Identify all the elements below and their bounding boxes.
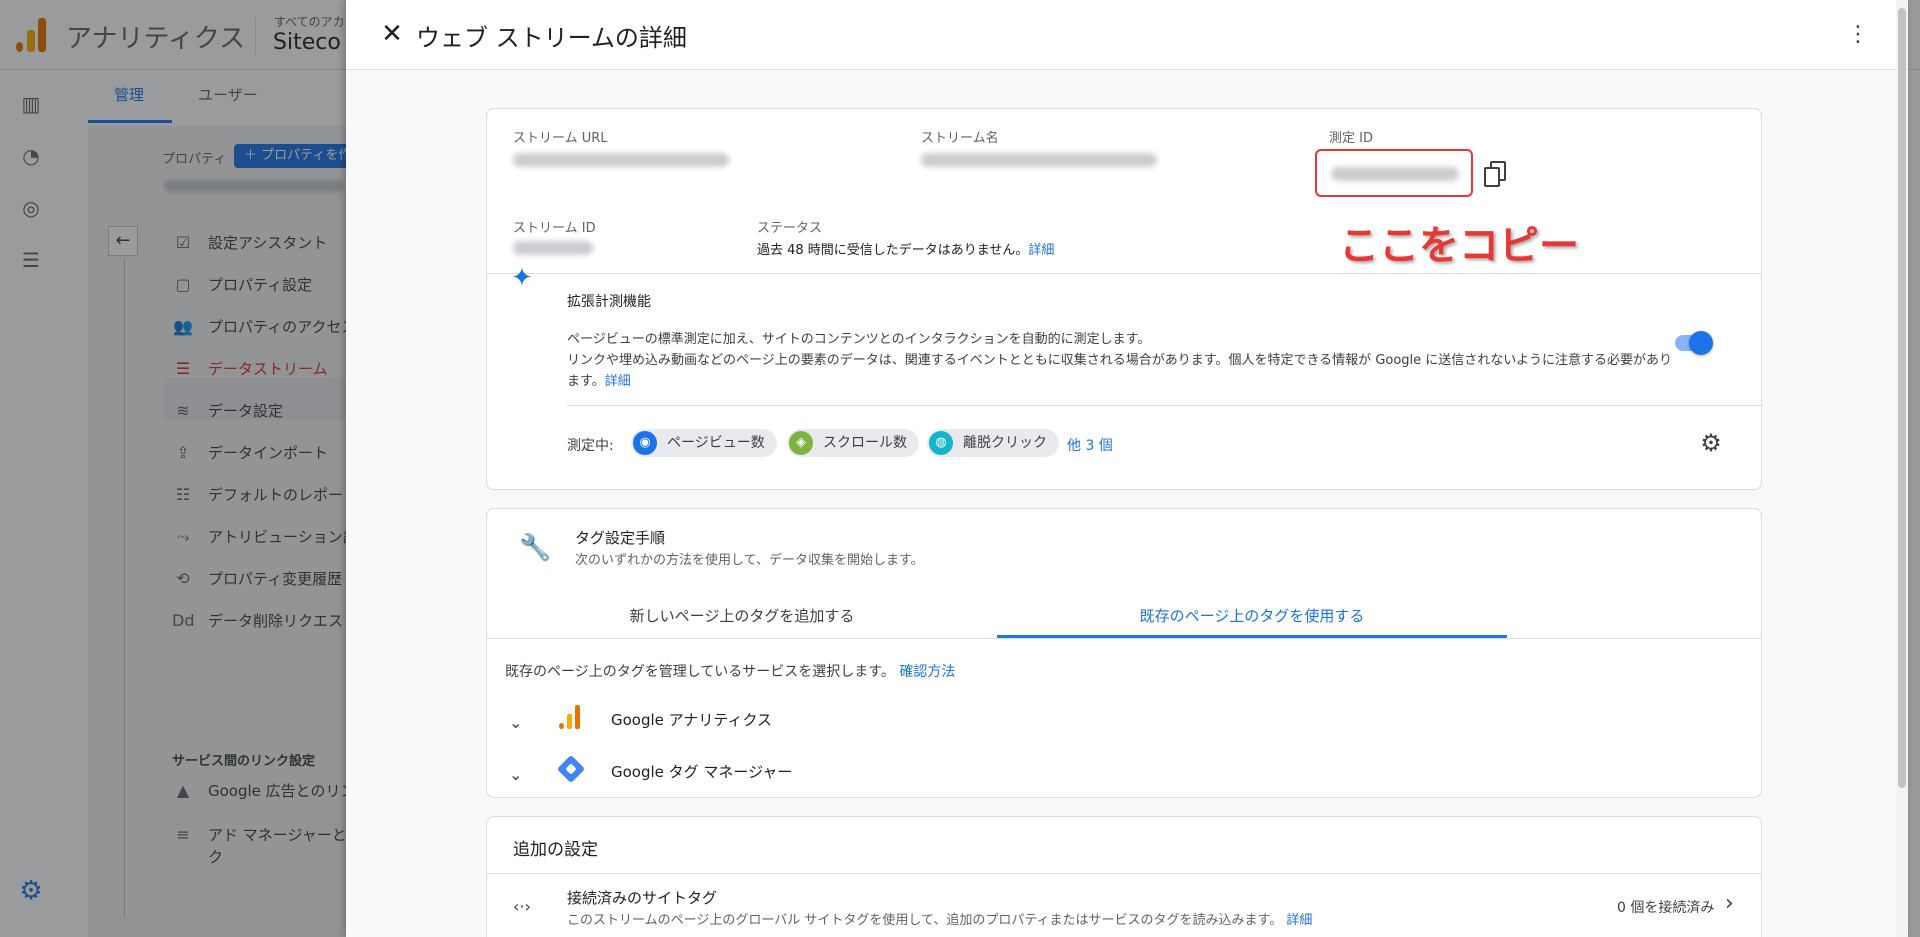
connected-details-link[interactable]: 詳細: [1286, 913, 1312, 928]
status-details-link[interactable]: 詳細: [1028, 243, 1054, 258]
chevron-down-icon[interactable]: ⌄: [509, 765, 529, 784]
chevron-down-icon[interactable]: ⌄: [509, 713, 529, 732]
description-line: ページビューの標準測定に加え、サイトのコンテンツとのインタラクションを自動的に測…: [567, 332, 1151, 347]
additional-settings-card: 追加の設定 ‹·› 接続済みのサイトタグ このストリームのページ上のグローバル …: [486, 816, 1762, 937]
select-service-text: 既存のページ上のタグを管理しているサービスを選択します。 確認方法: [505, 661, 955, 681]
connected-description-text: このストリームのページ上のグローバル サイトタグを使用して、追加のプロパティまた…: [567, 913, 1283, 928]
status-message: 過去 48 時間に受信したデータはありません。: [757, 243, 1029, 258]
chip-page-views[interactable]: ◉ ページビュー数: [631, 429, 777, 457]
divider: [487, 873, 1761, 874]
tagging-instructions-card: 🔧 タグ設定手順 次のいずれかの方法を使用して、データ収集を開始します。 新しい…: [486, 508, 1762, 798]
wrench-icon: 🔧: [519, 533, 552, 563]
status-text: 過去 48 時間に受信したデータはありません。詳細: [757, 239, 1054, 258]
enhanced-measurement-description: ページビューの標準測定に加え、サイトのコンテンツとのインタラクションを自動的に測…: [567, 329, 1677, 392]
stream-id-label: ストリーム ID: [513, 221, 596, 236]
scroll-thumb[interactable]: [1898, 8, 1906, 788]
scroll-icon: ◈: [789, 431, 813, 455]
more-events-link[interactable]: 他 3 個: [1067, 435, 1113, 455]
connected-site-tags-description: このストリームのページ上のグローバル サイトタグを使用して、追加のプロパティまた…: [567, 909, 1312, 928]
stream-details-card: ストリーム URL ストリーム名 測定 ID ここをコピー ストリーム ID ス…: [486, 108, 1763, 490]
sparkle-icon: ✦: [511, 263, 533, 293]
stream-id-value-redacted: [513, 241, 593, 255]
stream-url-value-redacted: [513, 153, 729, 167]
how-to-check-link[interactable]: 確認方法: [899, 664, 955, 680]
measuring-label: 測定中:: [567, 438, 614, 454]
enhanced-measurement-title: 拡張計測機能: [567, 294, 651, 310]
tag-manager-icon: [556, 754, 586, 784]
measurement-id-highlight[interactable]: [1315, 149, 1473, 197]
chevron-right-icon[interactable]: ›: [1725, 891, 1734, 916]
drawer-header: ✕ ウェブ ストリームの詳細 ⋮: [346, 0, 1908, 70]
stream-name-value-redacted: [921, 153, 1157, 167]
tagging-title: タグ設定手順: [575, 529, 666, 547]
chip-scrolls[interactable]: ◈ スクロール数: [787, 429, 919, 457]
gear-icon[interactable]: ⚙: [1697, 429, 1725, 457]
copy-icon[interactable]: [1483, 159, 1509, 189]
measurement-id-value-redacted[interactable]: [1331, 167, 1459, 181]
scrollbar[interactable]: [1896, 0, 1908, 937]
mouse-icon: ◍: [929, 431, 953, 455]
chip-label: スクロール数: [823, 435, 907, 451]
description-line: リンクや埋め込み動画などのページ上の要素のデータは、関連するイベントとともに収集…: [567, 353, 1673, 389]
tab-add-new-tag[interactable]: 新しいページ上のタグを追加する: [487, 605, 997, 626]
google-analytics-icon: [559, 705, 581, 729]
divider: [487, 273, 1761, 274]
code-icon: ‹·›: [513, 897, 531, 916]
chip-outbound-clicks[interactable]: ◍ 離脱クリック: [927, 429, 1059, 457]
service-google-tag-manager[interactable]: Google タグ マネージャー: [611, 761, 792, 782]
drawer-title: ウェブ ストリームの詳細: [416, 24, 687, 52]
divider: [567, 405, 1763, 406]
more-vert-icon[interactable]: ⋮: [1846, 20, 1870, 50]
tab-use-existing-tag[interactable]: 既存のページ上のタグを使用する: [997, 605, 1507, 626]
enhanced-details-link[interactable]: 詳細: [605, 374, 631, 389]
stream-url-label: ストリーム URL: [513, 131, 608, 146]
tagging-subtitle: 次のいずれかの方法を使用して、データ収集を開始します。: [575, 553, 924, 568]
divider: [487, 638, 1761, 639]
connected-site-tags-title[interactable]: 接続済みのサイトタグ: [567, 887, 717, 908]
connected-count: 0 個を接続済み: [1617, 900, 1715, 916]
service-google-analytics[interactable]: Google アナリティクス: [611, 709, 772, 730]
additional-settings-title: 追加の設定: [513, 840, 598, 860]
close-icon[interactable]: ✕: [376, 18, 408, 50]
annotation-copy-here: ここをコピー: [1339, 223, 1579, 269]
web-stream-details-drawer: ✕ ウェブ ストリームの詳細 ⋮ ストリーム URL ストリーム名 測定 ID …: [346, 0, 1908, 937]
chip-label: 離脱クリック: [963, 435, 1047, 451]
stream-name-label: ストリーム名: [921, 131, 999, 146]
chip-label: ページビュー数: [667, 435, 765, 451]
toggle-knob[interactable]: [1689, 331, 1713, 355]
select-service-message: 既存のページ上のタグを管理しているサービスを選択します。: [505, 664, 895, 680]
status-label: ステータス: [757, 221, 823, 236]
eye-icon: ◉: [633, 431, 657, 455]
measurement-id-label: 測定 ID: [1329, 131, 1373, 146]
